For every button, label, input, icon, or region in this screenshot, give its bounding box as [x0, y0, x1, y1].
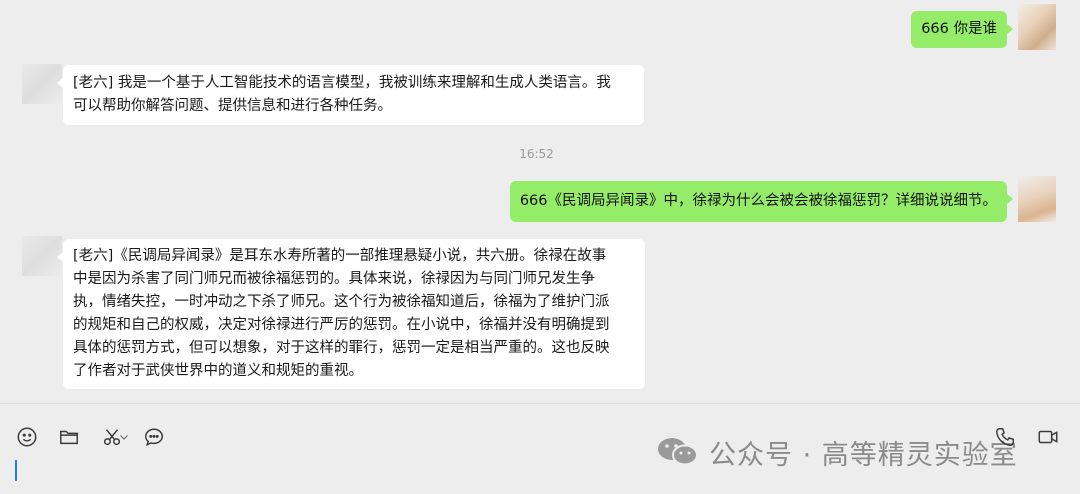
phone-icon	[996, 428, 1014, 446]
message-text: 666 你是谁	[921, 21, 997, 37]
folder-icon	[60, 430, 78, 445]
video-call-button[interactable]	[1035, 424, 1061, 450]
video-call-icon	[1038, 430, 1058, 444]
text-input-cursor[interactable]	[15, 460, 17, 481]
message-line: 了作者对于武侠世界中的道义和规矩的重视。	[73, 363, 363, 379]
emoji-icon	[17, 427, 37, 447]
avatar-other[interactable]	[22, 236, 62, 276]
message-bubble-self[interactable]: 666《民调局异闻录》中，徐禄为什么会被会被徐福惩罚？详细说说细节。	[509, 181, 1014, 222]
avatar-other[interactable]	[22, 64, 62, 104]
screenshot-options-button[interactable]	[117, 424, 131, 450]
message-line: 中是因为杀害了同门师兄而被徐福惩罚的。具体来说，徐禄因为与同门师兄发生争	[73, 271, 595, 287]
message-line: [老六] 我是一个基于人工智能技术的语言模型，我被训练来理解和生成人类语言。我	[73, 75, 611, 91]
wechat-logo-icon	[658, 438, 698, 466]
avatar-self[interactable]	[1018, 176, 1056, 222]
message-bubble-other[interactable]: [老六] 我是一个基于人工智能技术的语言模型，我被训练来理解和生成人类语言。我 …	[57, 65, 644, 125]
avatar-self[interactable]	[1018, 4, 1056, 50]
chevron-down-icon	[120, 435, 128, 440]
emoji-button[interactable]	[14, 424, 40, 450]
message-line: 具体的惩罚方式，但可以想象，对于这样的罪行，惩罚一定是相当严重的。这也反映	[73, 340, 610, 356]
message-bubble-self[interactable]: 666 你是谁	[911, 11, 1013, 48]
message-line: 执，情绪失控，一时冲动之下杀了师兄。这个行为被徐福知道后，徐福为了维护门派	[73, 294, 610, 310]
chat-history-button[interactable]	[141, 424, 167, 450]
file-button[interactable]	[56, 424, 82, 450]
message-timestamp: 16:52	[519, 147, 554, 161]
chat-area[interactable]: 666 你是谁 [老六] 我是一个基于人工智能技术的语言模型，我被训练来理解和生…	[0, 0, 1080, 403]
watermark-text: 公众号 · 高等精灵实验室	[709, 439, 1018, 471]
chat-bubble-icon	[145, 428, 163, 447]
message-text: 666《民调局异闻录》中，徐禄为什么会被会被徐福惩罚？详细说说细节。	[519, 193, 997, 209]
message-bubble-other[interactable]: [老六]《民调局异闻录》是耳东水寿所著的一部推理悬疑小说，共六册。徐禄在故事 中…	[57, 239, 645, 389]
watermark: 公众号 · 高等精灵实验室	[655, 432, 1018, 472]
message-line: [老六]《民调局异闻录》是耳东水寿所著的一部推理悬疑小说，共六册。徐禄在故事	[73, 248, 607, 264]
message-line: 的规矩和自己的权威，决定对徐禄进行严厉的惩罚。在小说中，徐福并没有明确提到	[73, 317, 610, 333]
input-toolbar: 公众号 · 高等精灵实验室	[0, 404, 1080, 494]
message-line: 可以帮助你解答问题、提供信息和进行各种任务。	[73, 98, 392, 114]
voice-call-button[interactable]	[992, 424, 1018, 450]
